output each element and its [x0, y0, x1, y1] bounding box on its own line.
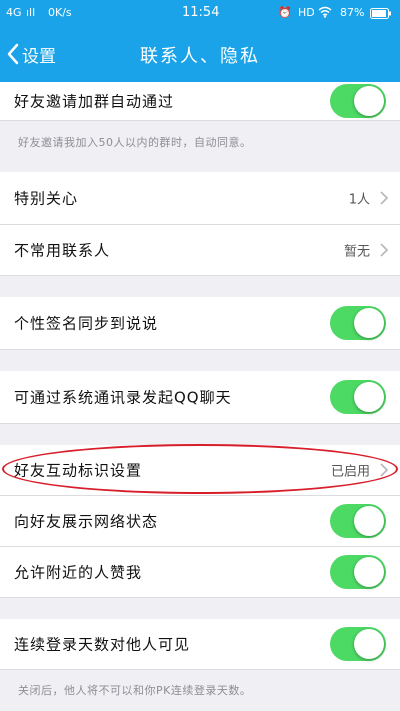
status-bar: 4G ıll 0K/s 11:54 ⏰ HD 87% — [0, 0, 400, 26]
setting-row-signature-sync: 个性签名同步到说说 — [0, 297, 400, 350]
setting-value: 1人 — [348, 192, 370, 208]
setting-label: 好友邀请加群自动通过 — [14, 92, 175, 111]
auto-accept-toggle[interactable] — [330, 84, 386, 118]
setting-row-interaction-mark[interactable]: 好友互动标识设置 已启用 — [0, 445, 400, 496]
chevron-right-icon — [380, 243, 388, 257]
nearby-like-toggle[interactable] — [330, 555, 386, 589]
toggle-knob — [354, 86, 384, 116]
battery-level: 87% — [340, 6, 365, 19]
setting-label: 个性签名同步到说说 — [14, 314, 159, 333]
wifi-icon — [318, 6, 332, 21]
alarm-icon: ⏰ — [278, 6, 292, 19]
setting-label: 可通过系统通讯录发起QQ聊天 — [14, 388, 232, 407]
setting-value: 已启用 — [330, 464, 370, 480]
setting-label: 好友互动标识设置 — [14, 461, 143, 480]
login-days-note: 关闭后，他人将不可以和你PK连续登录天数。 — [18, 684, 252, 697]
signal-icon: ıll — [26, 6, 36, 19]
hd-indicator: HD — [298, 6, 315, 19]
toggle-knob — [354, 506, 384, 536]
contacts-chat-toggle[interactable] — [330, 380, 386, 414]
login-days-toggle[interactable] — [330, 627, 386, 661]
network-type: 4G — [6, 6, 22, 19]
setting-row-contacts-chat: 可通过系统通讯录发起QQ聊天 — [0, 371, 400, 424]
battery-icon — [370, 8, 392, 22]
setting-row-network-status: 向好友展示网络状态 — [0, 496, 400, 547]
toggle-knob — [354, 557, 384, 587]
setting-label: 连续登录天数对他人可见 — [14, 635, 191, 654]
chevron-right-icon — [380, 191, 388, 205]
setting-value: 暂无 — [343, 244, 370, 260]
page-title: 联系人、隐私 — [140, 46, 260, 67]
setting-row-special-care[interactable]: 特别关心 1人 — [0, 172, 400, 225]
setting-row-rare-contacts[interactable]: 不常用联系人 暂无 — [0, 225, 400, 276]
signature-sync-toggle[interactable] — [330, 306, 386, 340]
setting-label: 不常用联系人 — [14, 241, 111, 260]
clock: 11:54 — [182, 5, 220, 20]
setting-label: 特别关心 — [14, 189, 79, 208]
chevron-right-icon — [380, 463, 388, 477]
setting-label: 向好友展示网络状态 — [14, 512, 159, 531]
nav-bar: 设置 联系人、隐私 — [0, 26, 400, 82]
network-status-toggle[interactable] — [330, 504, 386, 538]
toggle-knob — [354, 308, 384, 338]
auto-accept-note: 好友邀请我加入50人以内的群时，自动同意。 — [18, 136, 252, 149]
toggle-knob — [354, 629, 384, 659]
network-speed: 0K/s — [48, 6, 72, 19]
setting-row-login-days: 连续登录天数对他人可见 — [0, 619, 400, 670]
setting-row-nearby-like: 允许附近的人赞我 — [0, 547, 400, 598]
setting-row-auto-accept: 好友邀请加群自动通过 — [0, 82, 400, 121]
toggle-knob — [354, 382, 384, 412]
setting-label: 允许附近的人赞我 — [14, 563, 143, 582]
